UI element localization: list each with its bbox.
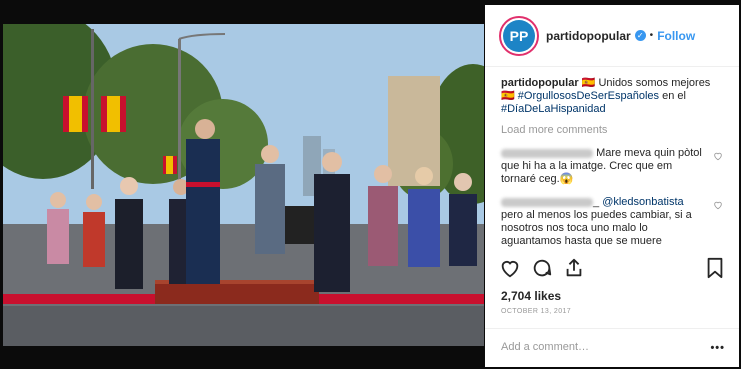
mention-link[interactable]: @kledsonbatista (602, 196, 684, 208)
caption-username[interactable]: partidopopular (501, 77, 579, 89)
hashtag-link-2[interactable]: #DíaDeLaHispanidad (501, 103, 606, 115)
blurred-username (501, 197, 593, 207)
add-comment-field[interactable]: Add a comment… ••• (485, 328, 739, 367)
comment-text: pero al menos los puedes cambiar, si a n… (501, 209, 692, 247)
share-icon[interactable] (563, 257, 585, 279)
small-heart-icon[interactable] (713, 151, 723, 161)
caption-text: Unidos somos mejores (598, 77, 711, 89)
load-more-comments-button[interactable]: Load more comments (501, 124, 723, 137)
post-caption: partidopopular 🇪🇸 Unidos somos mejores 🇪… (501, 77, 723, 116)
blurred-username (501, 148, 593, 158)
action-bar (499, 257, 725, 281)
caption-flag-2: 🇪🇸 (501, 90, 515, 102)
hashtag-link[interactable]: #OrgullososDeSerEspañoles (518, 90, 659, 102)
comment-item: Mare meva quin pòtol que hi ha a la imat… (501, 147, 723, 186)
verified-badge-icon: ✓ (634, 30, 646, 41)
more-options-icon[interactable]: ••• (710, 342, 725, 354)
avatar-logo: PP (503, 19, 535, 52)
follow-button[interactable]: Follow (657, 29, 695, 43)
small-heart-icon[interactable] (713, 200, 723, 210)
comment-icon[interactable] (531, 257, 553, 279)
separator-dot: • (649, 30, 654, 41)
caption-flag: 🇪🇸 (581, 77, 596, 89)
post-photo[interactable] (3, 24, 484, 346)
comments-section: partidopopular 🇪🇸 Unidos somos mejores 🇪… (485, 67, 739, 255)
username-link[interactable]: partidopopular (546, 29, 631, 43)
parade-scene-illustration (3, 24, 484, 346)
like-count[interactable]: 2,704 likes (501, 289, 561, 303)
post-header: PP partidopopular ✓ • Follow (485, 5, 739, 67)
comment-username-suffix: _ (593, 196, 600, 208)
heart-icon[interactable] (499, 257, 521, 279)
post-panel: PP partidopopular ✓ • Follow partidopopu… (485, 5, 739, 367)
comment-item: _ @kledsonbatista pero al menos los pued… (501, 196, 723, 248)
bookmark-icon[interactable] (705, 257, 725, 279)
post-date: OCTOBER 13, 2017 (501, 308, 572, 315)
profile-avatar[interactable]: PP (499, 15, 539, 56)
caption-text-middle: en el (662, 90, 686, 102)
add-comment-placeholder: Add a comment… (501, 341, 590, 353)
